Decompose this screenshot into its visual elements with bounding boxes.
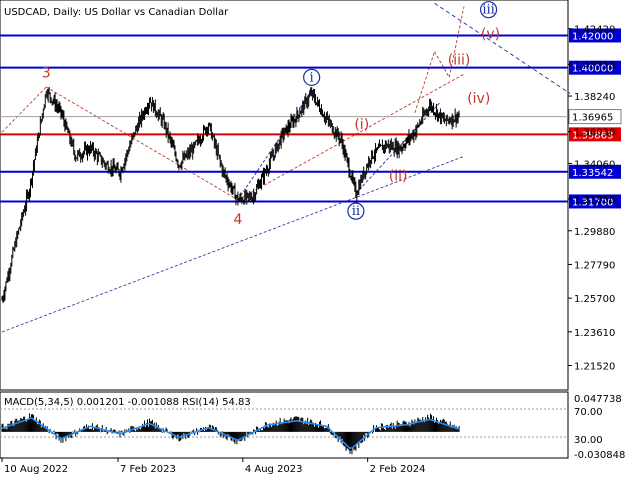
wave-label-i-red: (i)	[354, 117, 369, 133]
y-tick-label: 1.38240	[574, 92, 615, 103]
x-tick-label: 10 Aug 2022	[4, 464, 68, 475]
indicator-label: MACD(5,34,5) 0.001201 -0.001088 RSI(14) …	[4, 397, 251, 408]
y-tick-label: 1.34060	[574, 159, 615, 170]
x-tick-label: 7 Feb 2023	[120, 464, 176, 475]
wave-label-iii-red: (iii)	[448, 52, 471, 68]
indicator-tick-label: 30.00	[574, 435, 603, 446]
y-tick-label: 1.36030	[574, 128, 615, 139]
indicator-tick-label: -0.030848	[574, 450, 625, 461]
x-tick-label: 2 Feb 2024	[370, 464, 426, 475]
main-panel	[0, 0, 569, 391]
chart-canvas: 1.420001.400001.358631.335421.317001.369…	[0, 0, 625, 475]
y-tick-label: 1.31850	[574, 195, 615, 206]
y-tick-label: 1.40210	[574, 60, 615, 71]
indicator-tick-label: 70.00	[574, 407, 603, 418]
y-tick-label: 1.21520	[574, 362, 615, 373]
current-price-label: 1.36965	[572, 113, 613, 124]
y-tick-label: 1.42420	[574, 25, 615, 36]
wave-label-4: 4	[233, 212, 242, 228]
y-tick-label: 1.29880	[574, 227, 615, 238]
wave-label-iii-blue: iii	[482, 3, 494, 18]
y-tick-label: 1.25700	[574, 294, 615, 305]
wave-label-i-blue: i	[310, 70, 314, 85]
wave-label-ii-red: (ii)	[389, 168, 408, 184]
wave-label-iv-red: (iv)	[467, 91, 490, 107]
y-tick-label: 1.23610	[574, 328, 615, 339]
chart-title: USDCAD, Daily: US Dollar vs Canadian Dol…	[4, 7, 229, 18]
wave-label-ii-blue: ii	[352, 204, 360, 219]
wave-label-v-red: (v)	[481, 27, 500, 43]
x-tick-label: 4 Aug 2023	[245, 464, 303, 475]
y-tick-label: 1.27790	[574, 260, 615, 271]
wave-label-3: 3	[42, 65, 51, 81]
indicator-tick-label: 0.047738	[574, 394, 622, 405]
